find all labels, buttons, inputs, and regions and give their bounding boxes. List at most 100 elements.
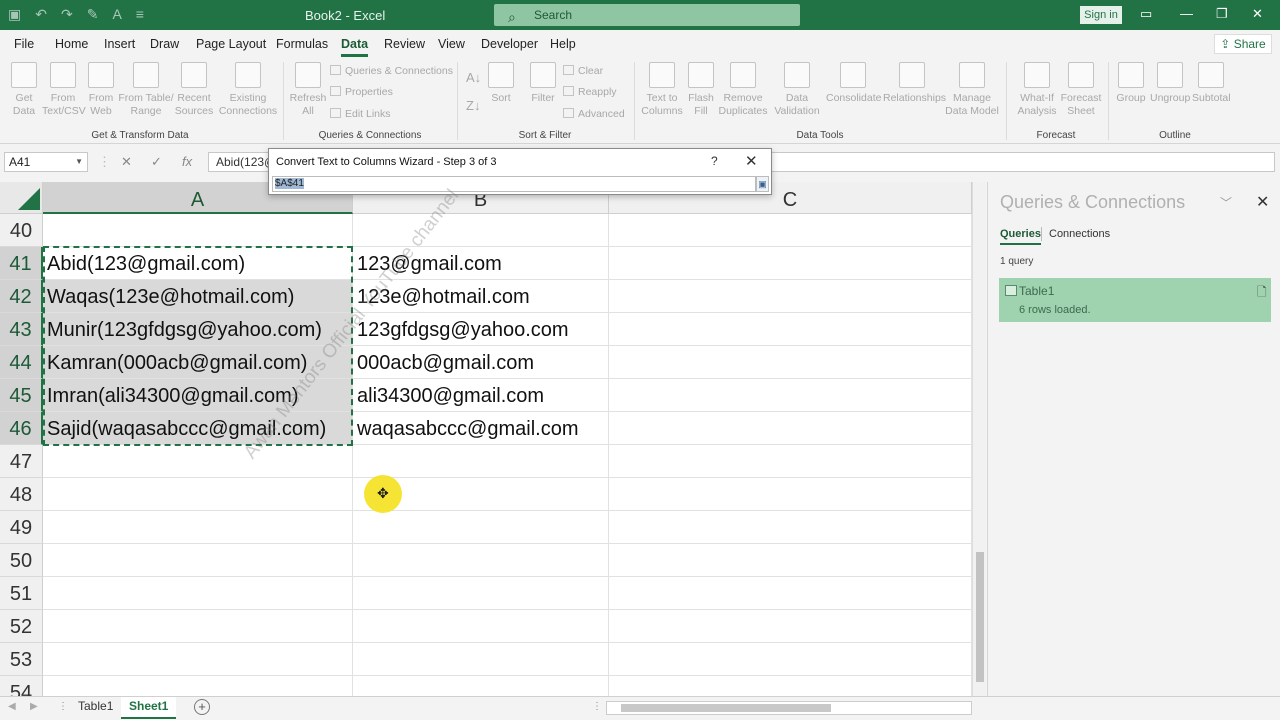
get-data-button[interactable]: Get Data: [6, 62, 42, 118]
cell-a[interactable]: [43, 676, 353, 696]
touch-mode-icon[interactable]: ✎: [87, 6, 99, 23]
tab-help[interactable]: Help: [550, 37, 576, 51]
prev-sheet-icon[interactable]: ◀: [8, 701, 16, 712]
cell-a[interactable]: Abid(123@gmail.com): [43, 247, 353, 280]
redo-icon[interactable]: ↷: [61, 6, 73, 23]
tab-draw[interactable]: Draw: [150, 37, 179, 51]
cell-a[interactable]: [43, 577, 353, 610]
row-header[interactable]: 46: [0, 412, 43, 445]
sort-az-icon[interactable]: A↓: [466, 70, 481, 85]
cell-b[interactable]: waqasabccc@gmail.com: [353, 412, 609, 445]
sheet-tab-table1[interactable]: Table1: [70, 697, 121, 719]
row-header[interactable]: 50: [0, 544, 43, 577]
save-icon[interactable]: ▣: [8, 6, 21, 23]
cell-b[interactable]: [353, 214, 609, 247]
cell-c[interactable]: [609, 214, 972, 247]
tab-page-layout[interactable]: Page Layout: [196, 37, 266, 51]
font-color-icon[interactable]: A: [112, 6, 121, 23]
cell-a[interactable]: [43, 214, 353, 247]
cell-c[interactable]: [609, 511, 972, 544]
edit-links-button[interactable]: Edit Links: [330, 108, 391, 120]
splitter-icon[interactable]: ⋮: [592, 701, 602, 712]
cell-a[interactable]: [43, 511, 353, 544]
cell-b[interactable]: 000acb@gmail.com: [353, 346, 609, 379]
group-button[interactable]: Group: [1114, 62, 1148, 105]
close-icon[interactable]: ✕: [1256, 192, 1269, 212]
consolidate-button[interactable]: Consolidate: [826, 62, 881, 105]
insert-function-icon[interactable]: fx: [182, 154, 192, 169]
scroll-thumb[interactable]: [621, 704, 831, 712]
advanced-button[interactable]: Advanced: [563, 108, 625, 120]
row-header[interactable]: 53: [0, 643, 43, 676]
search-box[interactable]: ⌕ Search: [494, 4, 800, 26]
document-icon[interactable]: 🗋: [1257, 283, 1267, 304]
tab-formulas[interactable]: Formulas: [276, 37, 328, 51]
cancel-icon[interactable]: ✕: [121, 154, 132, 170]
manage-data-model-button[interactable]: Manage Data Model: [944, 62, 1000, 118]
data-validation-button[interactable]: Data Validation: [770, 62, 824, 118]
from-table-button[interactable]: From Table/ Range: [118, 62, 174, 118]
cell-b[interactable]: ali34300@gmail.com: [353, 379, 609, 412]
destination-range-input[interactable]: $A$41: [272, 176, 756, 192]
text-to-columns-button[interactable]: Text to Columns: [640, 62, 684, 118]
cell-a[interactable]: Waqas(123e@hotmail.com): [43, 280, 353, 313]
cell-c[interactable]: [609, 346, 972, 379]
share-button[interactable]: ⇪ Share: [1214, 34, 1272, 54]
tab-developer[interactable]: Developer: [481, 37, 538, 51]
cell-b[interactable]: [353, 643, 609, 676]
tab-data[interactable]: Data: [341, 37, 369, 57]
cell-c[interactable]: [609, 544, 972, 577]
cell-c[interactable]: [609, 676, 972, 696]
worksheet-grid[interactable]: A B C 40 41 Abid(123@gmail.com) 123@gmail.c…: [0, 182, 986, 696]
cell-c[interactable]: [609, 610, 972, 643]
sheet-tab-sheet1[interactable]: Sheet1: [121, 697, 177, 719]
tab-insert[interactable]: Insert: [104, 37, 135, 51]
expand-dialog-icon[interactable]: ▣: [756, 176, 769, 192]
sign-in-button[interactable]: Sign in: [1080, 6, 1122, 24]
chevron-down-icon[interactable]: ▼: [75, 153, 83, 171]
customize-qat-icon[interactable]: ≡: [136, 6, 144, 23]
cell-b[interactable]: [353, 544, 609, 577]
remove-duplicates-button[interactable]: Remove Duplicates: [718, 62, 768, 118]
flash-fill-button[interactable]: Flash Fill: [686, 62, 716, 118]
cell-c[interactable]: [609, 412, 972, 445]
row-header[interactable]: 40: [0, 214, 43, 247]
dialog-close-button[interactable]: ✕: [745, 152, 758, 170]
tab-review[interactable]: Review: [384, 37, 425, 51]
cell-c[interactable]: [609, 280, 972, 313]
what-if-button[interactable]: What-If Analysis: [1012, 62, 1062, 118]
row-header[interactable]: 43: [0, 313, 43, 346]
cell-a[interactable]: [43, 478, 353, 511]
select-all-button[interactable]: [0, 182, 43, 214]
queries-connections-button[interactable]: Queries & Connections: [330, 65, 453, 77]
cell-c[interactable]: [609, 247, 972, 280]
row-header[interactable]: 44: [0, 346, 43, 379]
reapply-button[interactable]: Reapply: [563, 86, 617, 98]
sort-button[interactable]: Sort: [488, 62, 514, 105]
row-header[interactable]: 49: [0, 511, 43, 544]
row-header[interactable]: 54: [0, 676, 43, 696]
cell-a[interactable]: Sajid(waqasabccc@gmail.com): [43, 412, 353, 445]
cell-b[interactable]: [353, 676, 609, 696]
ungroup-button[interactable]: Ungroup: [1150, 62, 1190, 105]
ribbon-display-icon[interactable]: ▭: [1140, 6, 1152, 22]
scroll-thumb[interactable]: [976, 552, 984, 682]
cell-c[interactable]: [609, 577, 972, 610]
from-web-button[interactable]: From Web: [86, 62, 116, 118]
filter-button[interactable]: Filter: [528, 62, 558, 105]
name-box[interactable]: A41 ▼: [4, 152, 88, 172]
sort-za-icon[interactable]: Z↓: [466, 98, 480, 113]
add-sheet-icon[interactable]: +: [194, 699, 210, 715]
cell-b[interactable]: [353, 610, 609, 643]
vertical-scrollbar[interactable]: [972, 182, 986, 696]
tab-file[interactable]: File: [14, 37, 34, 51]
cell-c[interactable]: [609, 643, 972, 676]
row-header[interactable]: 48: [0, 478, 43, 511]
forecast-sheet-button[interactable]: Forecast Sheet: [1060, 62, 1102, 118]
cell-a[interactable]: [43, 445, 353, 478]
help-button[interactable]: ?: [711, 154, 718, 168]
row-header[interactable]: 45: [0, 379, 43, 412]
close-window-icon[interactable]: ✕: [1252, 6, 1263, 22]
next-sheet-icon[interactable]: ▶: [30, 701, 38, 712]
cell-b[interactable]: [353, 511, 609, 544]
